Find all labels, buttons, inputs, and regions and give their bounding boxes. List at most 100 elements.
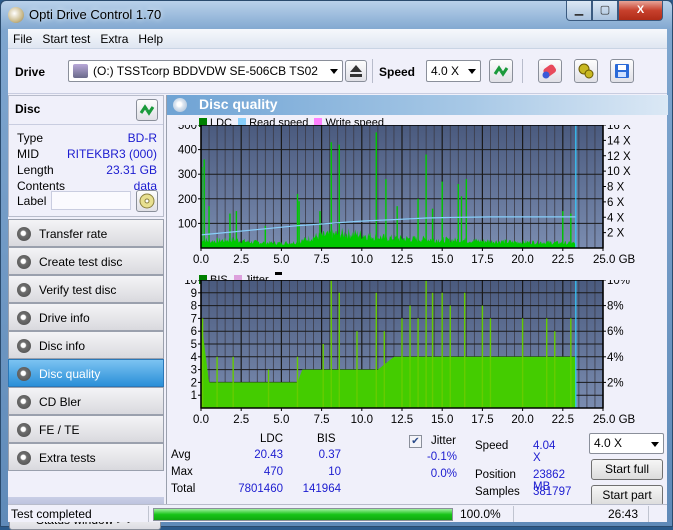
elapsed-time: 26:43 [608, 507, 639, 521]
y-tick-label: 9 [191, 288, 197, 300]
x-tick-label: 25.0 GB [593, 414, 636, 426]
refresh-button[interactable] [489, 59, 513, 83]
maximize-button[interactable]: ▢ [592, 1, 618, 21]
y2-tick-label: 8% [607, 301, 624, 313]
y-tick-label: 7 [191, 313, 197, 325]
y-tick-label: 1 [191, 390, 197, 402]
menu-extra[interactable]: Extra [95, 29, 133, 46]
disc-icon [17, 227, 31, 241]
y-tick-label: 500 [178, 125, 197, 132]
label-disc-button[interactable] [136, 190, 158, 212]
settings-icon [578, 63, 594, 79]
nav-item-disc-quality[interactable]: Disc quality [8, 359, 164, 387]
col-ldc-header: LDC [260, 433, 284, 445]
status-bar: Test completed 100.0% 26:43 [8, 504, 667, 522]
x-tick-label: 0.0 [193, 254, 209, 266]
eject-icon [350, 65, 362, 77]
y-tick-label: 400 [178, 145, 197, 157]
menu-start-test[interactable]: Start test [37, 29, 95, 46]
nav-item-disc-info[interactable]: Disc info [8, 331, 164, 359]
y-tick-label: 5 [191, 339, 197, 351]
title-bar: Opti Drive Control 1.70 ▁ ▢ X [1, 1, 672, 29]
disc-icon [17, 367, 31, 381]
status-divider [513, 506, 514, 522]
progress-bar [153, 508, 453, 521]
ldc-chart: 500 400 300 200 100 16 X 14 X 12 X 10 X 8 X 6 X 4 X… [178, 125, 636, 266]
panel-title: Disc quality [199, 96, 278, 112]
start-part-button[interactable]: Start part [591, 485, 663, 506]
y-tick-label: 300 [178, 169, 197, 181]
key: Length [17, 163, 54, 177]
nav-item-extra-tests[interactable]: Extra tests [8, 443, 164, 471]
menu-file[interactable]: File [8, 29, 37, 46]
erase-button[interactable] [538, 59, 562, 83]
nav-item-label: Drive info [39, 311, 90, 325]
nav-item-create-test-disc[interactable]: Create test disc [8, 247, 164, 275]
x-tick-label: 2.5 [233, 414, 249, 426]
x-tick-label: 7.5 [314, 414, 330, 426]
disc-info-panel: Disc Type BD-R MID RITEKBR3 (000) Length 23… [8, 95, 164, 217]
speed-select[interactable]: 4.0 X [426, 60, 481, 82]
label-key: Label [17, 194, 47, 208]
nav-item-label: Disc info [39, 339, 86, 353]
y-tick-label: 6 [191, 326, 197, 338]
x-tick-label: 20.0 [511, 414, 533, 426]
divider [9, 124, 163, 125]
drive-icon [73, 64, 88, 78]
status-divider [648, 506, 649, 522]
nav-item-drive-info[interactable]: Drive info [8, 303, 164, 331]
disc-icon [17, 395, 31, 409]
client-area: File Start test Extra Help Drive (O:) TSSTc… [8, 29, 668, 530]
eject-button[interactable] [345, 60, 367, 82]
x-tick-label: 15.0 [431, 254, 453, 266]
disc-refresh-button[interactable] [136, 99, 158, 121]
test-speed-select[interactable]: 4.0 X [589, 433, 664, 454]
max-label: Max [171, 466, 193, 478]
start-full-button[interactable]: Start full [591, 459, 663, 480]
left-sidebar: Disc Type BD-R MID RITEKBR3 (000) Length 23… [8, 95, 164, 530]
drive-select[interactable]: (O:) TSSTcorp BDDVDW SE-506CB TS02 [68, 60, 343, 82]
col-bis-header: BIS [317, 433, 336, 445]
progress-label: 100.0% [460, 507, 501, 521]
close-button[interactable]: X [618, 1, 663, 21]
nav-item-fe-te[interactable]: FE / TE [8, 415, 164, 443]
nav-item-verify-test-disc[interactable]: Verify test disc [8, 275, 164, 303]
toolbar: Drive (O:) TSSTcorp BDDVDW SE-506CB TS02… [8, 50, 667, 94]
x-tick-label: 15.0 [431, 414, 453, 426]
speed-stat-value: 4.04 X [533, 440, 556, 464]
samples-label: Samples [475, 486, 520, 498]
x-tick-label: 2.5 [233, 254, 249, 266]
panel-header: Disc quality [167, 95, 668, 115]
disc-quality-icon [173, 98, 187, 112]
menu-bar: File Start test Extra Help [8, 29, 667, 49]
disc-icon [17, 311, 31, 325]
total-label: Total [171, 483, 196, 495]
minimize-button[interactable]: ▁ [566, 1, 592, 21]
jitter-checkbox[interactable]: ✔ [409, 435, 422, 448]
avg-ldc: 20.43 [254, 449, 283, 461]
x-tick-label: 17.5 [471, 414, 493, 426]
max-ldc: 470 [263, 466, 283, 478]
position-label: Position [475, 469, 516, 481]
disc-header: Disc [15, 102, 41, 116]
y-tick-label: 100 [178, 218, 197, 230]
x-tick-label: 12.5 [391, 254, 413, 266]
key: MID [17, 147, 39, 161]
disc-icon [17, 283, 31, 297]
app-disc-icon [8, 7, 24, 23]
save-button[interactable] [610, 59, 634, 83]
refresh-icon [493, 65, 509, 77]
nav-item-label: Extra tests [39, 451, 96, 465]
toolbar-divider [522, 59, 523, 83]
disc-type-row: Type BD-R [17, 131, 157, 147]
label-input[interactable] [51, 191, 131, 210]
nav-item-transfer-rate[interactable]: Transfer rate [8, 219, 164, 247]
nav-item-cd-bler[interactable]: CD Bler [8, 387, 164, 415]
y2-tick-label: 16 X [607, 125, 631, 132]
menu-help[interactable]: Help [133, 29, 168, 46]
save-icon [615, 64, 629, 78]
settings-button[interactable] [574, 59, 598, 83]
total-bis: 141964 [302, 483, 341, 495]
value: 23.31 GB [106, 163, 157, 177]
disc-icon [17, 423, 31, 437]
